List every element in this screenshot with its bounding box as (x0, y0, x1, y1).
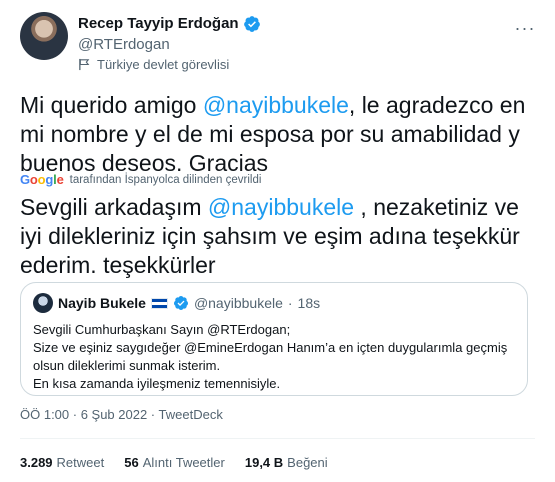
author-info: Recep Tayyip Erdoğan @RTErdogan (78, 14, 261, 55)
translated-text-prefix: Sevgili arkadaşım (20, 194, 208, 220)
government-label: Türkiye devlet görevlisi (78, 57, 229, 72)
author-avatar[interactable] (20, 12, 68, 60)
divider (20, 438, 535, 439)
translated-tweet-text: Sevgili arkadaşım @nayibbukele , nezaket… (20, 193, 535, 280)
likes-stat[interactable]: 19,4 B Beğeni (245, 455, 328, 470)
verified-badge-icon (243, 16, 260, 32)
quoted-tweet-header: Nayib Bukele @nayibbukele · 18s (33, 293, 515, 313)
retweets-count: 3.289 (20, 455, 53, 470)
mention-link[interactable]: @nayibbukele (203, 92, 349, 118)
el-salvador-flag-icon (150, 297, 168, 309)
author-name[interactable]: Recep Tayyip Erdoğan (78, 14, 239, 34)
quoted-line: Sevgili Cumhurbaşkanı Sayın @RTErdogan; (33, 322, 291, 337)
tweet: Recep Tayyip Erdoğan @RTErdogan Türkiye … (0, 0, 555, 482)
quoted-author-name: Nayib Bukele (58, 295, 146, 311)
more-options-icon[interactable]: ··· (511, 14, 539, 42)
quoted-tweet-time: 18s (297, 295, 321, 311)
quotes-count: 56 (124, 455, 139, 470)
flag-icon (79, 58, 90, 71)
engagement-stats: 3.289 Retweet 56 Alıntı Tweetler 19,4 B Beğ… (20, 455, 328, 470)
government-label-text: Türkiye devlet görevlisi (97, 57, 230, 72)
quoted-author-handle: @nayibbukele (193, 295, 283, 311)
quotes-stat[interactable]: 56 Alıntı Tweetler (124, 455, 225, 470)
google-logo: Google (20, 172, 64, 187)
author-name-row: Recep Tayyip Erdoğan (78, 14, 261, 34)
retweets-label: Retweet (56, 455, 105, 470)
author-handle[interactable]: @RTErdogan (78, 35, 261, 55)
mention-link[interactable]: @nayibbukele (208, 194, 354, 220)
quoted-tweet[interactable]: Nayib Bukele @nayibbukele · 18s Sevgili … (20, 282, 528, 396)
translation-note[interactable]: Google tarafından İspanyolca dilinden çe… (20, 172, 261, 187)
retweets-stat[interactable]: 3.289 Retweet (20, 455, 104, 470)
original-text-prefix: Mi querido amigo (20, 92, 203, 118)
tweet-header: Recep Tayyip Erdoğan @RTErdogan Türkiye … (16, 12, 539, 76)
quotes-label: Alıntı Tweetler (142, 455, 225, 470)
verified-badge-icon (173, 296, 188, 310)
likes-label: Beğeni (287, 455, 328, 470)
quoted-author-avatar (33, 293, 53, 313)
likes-count: 19,4 B (244, 455, 284, 470)
quoted-line: En kısa zamanda iyileşmeniz temennisiyle… (33, 376, 281, 391)
quoted-tweet-text: Sevgili Cumhurbaşkanı Sayın @RTErdogan; … (33, 321, 515, 393)
dot-separator: · (287, 295, 293, 311)
original-tweet-text: Mi querido amigo @nayibbukele, le agrade… (20, 91, 535, 178)
translation-note-text: tarafından İspanyolca dilinden çevrildi (69, 173, 262, 186)
quoted-line: Size ve eşiniz saygıdeğer @EmineErdogan … (33, 340, 508, 373)
tweet-metadata[interactable]: ÖÖ 1:00 · 6 Şub 2022 · TweetDeck (20, 407, 223, 422)
